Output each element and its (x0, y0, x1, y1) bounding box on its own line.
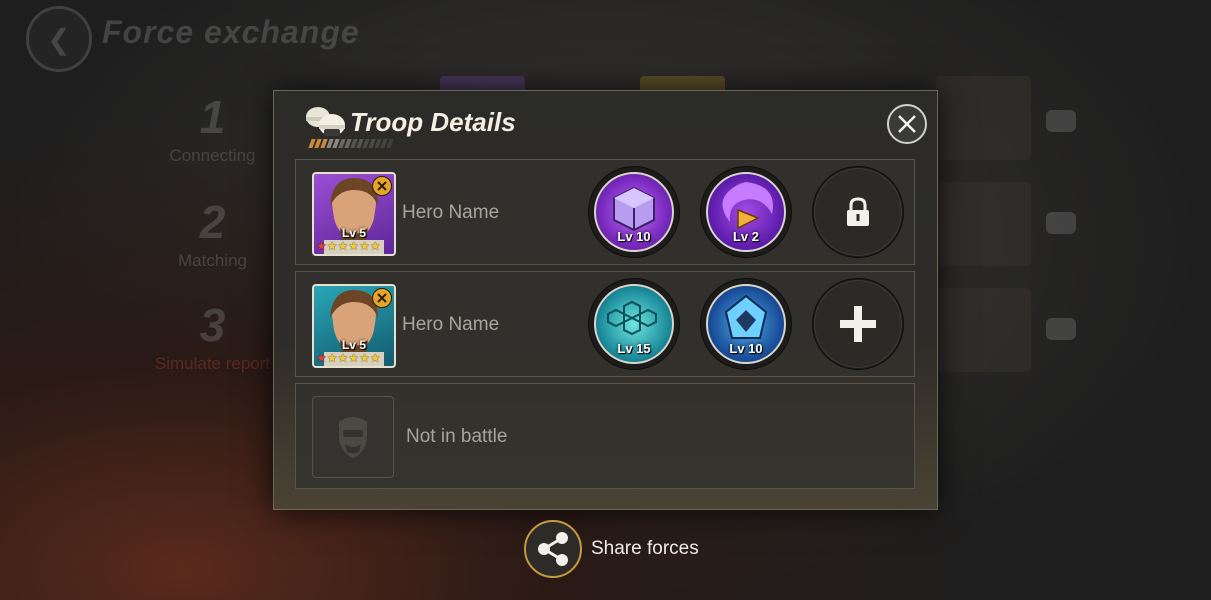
equipment-slot[interactable]: Lv 2 (700, 166, 792, 258)
troop-row: Lv 5 ★ ★ ★ ★ ★ ★ Hero Name Lv 15 Lv 10 (295, 271, 915, 377)
dialog-title: Troop Details (350, 107, 516, 137)
hero-portrait[interactable]: Lv 5 ★ ★ ★ ★ ★ ★ (312, 284, 396, 368)
troop-details-dialog: Troop Details Lv 5 ★ ★ ★ ★ ★ ★ Hero Name… (273, 90, 938, 510)
slot-level: Lv 10 (617, 229, 651, 244)
helmets-icon (306, 107, 345, 136)
back-icon: ❮ (26, 6, 92, 72)
hero-portrait[interactable]: Lv 5 ★ ★ ★ ★ ★ ★ (312, 172, 396, 256)
empty-soldier-icon (339, 417, 367, 458)
hero-name: Hero Name (402, 202, 500, 223)
share-icon (538, 532, 568, 566)
add-slot-button[interactable] (812, 278, 904, 370)
step-2: 2 Matching (178, 196, 247, 270)
plus-icon (840, 306, 876, 342)
equipment-slot[interactable]: Lv 10 (588, 166, 680, 258)
empty-hero-slot[interactable] (312, 396, 394, 478)
share-forces-label[interactable]: Share forces (591, 538, 699, 560)
close-icon (898, 115, 916, 133)
class-badge-icon (372, 176, 392, 196)
bg-chat-icon (1046, 212, 1076, 234)
class-badge-icon (372, 288, 392, 308)
screen-title: Force exchange (102, 14, 360, 50)
equipment-slot[interactable]: Lv 15 (588, 278, 680, 370)
bg-card (936, 288, 1031, 372)
slot-level: Lv 10 (729, 341, 763, 356)
step-3: 3 Simulate report (154, 299, 271, 373)
locked-slot[interactable] (812, 166, 904, 258)
hero-name: Hero Name (402, 314, 500, 335)
not-in-battle-label: Not in battle (406, 426, 508, 447)
step-1: 1 Connecting (169, 91, 256, 165)
bg-card (936, 182, 1031, 266)
share-button[interactable] (524, 520, 582, 578)
bg-chat-icon (1046, 318, 1076, 340)
troop-row: Lv 5 ★ ★ ★ ★ ★ ★ Hero Name Lv 10 Lv 2 (295, 159, 915, 265)
troop-row-empty: Not in battle (295, 383, 915, 489)
hero-stars: ★ ★ ★ ★ ★ ★ (316, 351, 381, 365)
hero-stars: ★ ★ ★ ★ ★ ★ (316, 239, 381, 253)
bg-card (936, 76, 1031, 160)
close-button[interactable] (887, 104, 927, 144)
equipment-slot[interactable]: Lv 10 (700, 278, 792, 370)
title-decoration (308, 139, 394, 148)
padlock-icon (847, 197, 869, 226)
slot-level: Lv 15 (617, 341, 651, 356)
slot-level: Lv 2 (732, 229, 759, 244)
bg-chat-icon (1046, 110, 1076, 132)
hero-level: Lv 5 (341, 338, 366, 352)
hero-level: Lv 5 (341, 226, 366, 240)
